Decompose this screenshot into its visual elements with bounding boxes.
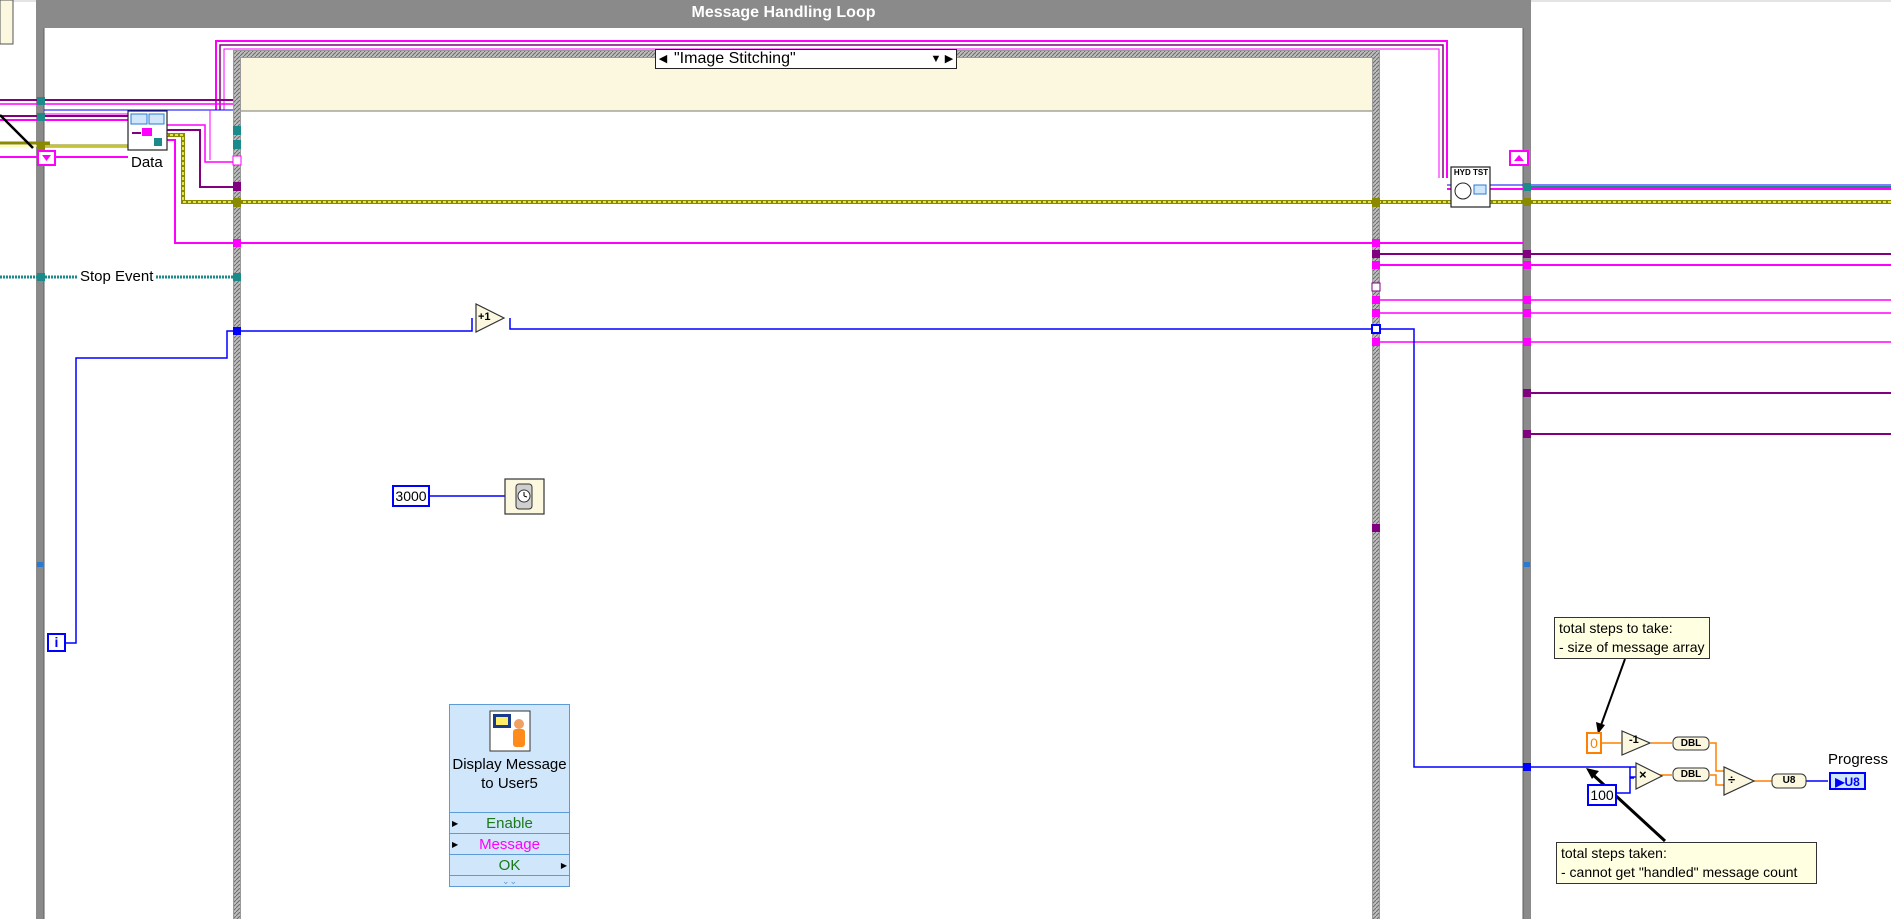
message-terminal[interactable]: ▶ Message	[450, 833, 569, 854]
iteration-terminal[interactable]: i	[47, 633, 66, 652]
message-dialog-icon	[489, 710, 531, 752]
progress-indicator-type: U8	[1844, 775, 1860, 789]
shift-register-right[interactable]	[1509, 150, 1529, 166]
wire-data-pink[interactable]	[167, 110, 1523, 244]
input-arrow-icon: ▶	[452, 840, 459, 849]
data-label: Data	[131, 154, 163, 171]
note-steps-to-take-line2: - size of message array	[1559, 639, 1705, 655]
case-selector[interactable]: ◀ "Image Stitching" ▼ ▶	[655, 49, 957, 69]
hyd-tst-label: HYD TST	[1453, 168, 1489, 177]
case-prev-icon[interactable]: ◀	[657, 50, 669, 68]
increment-label: +1	[478, 311, 491, 323]
while-loop-frame[interactable]	[36, 0, 1531, 919]
note-steps-taken-line1: total steps taken:	[1561, 845, 1667, 861]
dbl-1-label: DBL	[1680, 738, 1702, 749]
dbl-2-label: DBL	[1680, 769, 1702, 780]
output-arrow-icon: ▶	[560, 861, 567, 870]
progress-label: Progress	[1828, 751, 1889, 768]
input-arrow-icon: ▶	[452, 819, 459, 828]
clock-wait-icon[interactable]	[504, 478, 545, 515]
u8-convert-label: U8	[1782, 775, 1796, 786]
loop-title: Message Handling Loop	[691, 4, 876, 21]
note-steps-taken-line2: - cannot get "handled" message count	[1561, 864, 1798, 880]
enable-label: Enable	[486, 815, 533, 832]
note-steps-taken: total steps taken: - cannot get "handled…	[1556, 842, 1817, 884]
display-message-express-vi[interactable]: Display Message to User5 ▶ Enable ▶ Mess…	[449, 704, 570, 887]
unbundle-icon[interactable]	[127, 110, 168, 151]
case-dropdown-icon[interactable]: ▼	[930, 50, 942, 68]
enable-terminal[interactable]: ▶ Enable	[450, 812, 569, 833]
ok-terminal[interactable]: OK ▶	[450, 854, 569, 875]
divide-label: ÷	[1728, 772, 1736, 787]
message-label: Message	[479, 836, 540, 853]
decrement-label: -1	[1629, 734, 1639, 746]
wire-counter[interactable]	[62, 318, 1640, 778]
stop-event-label: Stop Event	[77, 268, 157, 286]
express-vi-title: Display Message to User5	[452, 756, 567, 792]
hundred-constant[interactable]: 100	[1587, 784, 1617, 806]
tunnels[interactable]	[37, 97, 1531, 771]
progress-indicator[interactable]: ▶U8	[1829, 772, 1866, 790]
block-diagram	[0, 0, 1891, 919]
expand-chevron-icon[interactable]: ⌄⌄	[450, 875, 569, 887]
note-steps-to-take-line1: total steps to take:	[1559, 620, 1673, 636]
note-steps-to-take: total steps to take: - size of message a…	[1554, 617, 1710, 659]
ok-label: OK	[498, 857, 521, 874]
multiply-label: ×	[1639, 767, 1647, 782]
wire-right-bundle[interactable]	[1380, 253, 1891, 435]
wire-yellow-bus[interactable]	[44, 133, 1891, 204]
zero-constant[interactable]: 0	[1586, 732, 1602, 754]
shift-register-left[interactable]	[37, 150, 56, 166]
case-next-icon[interactable]: ▶	[943, 50, 955, 68]
case-selector-label: "Image Stitching"	[674, 50, 796, 67]
wait-constant[interactable]: 3000	[392, 485, 430, 507]
